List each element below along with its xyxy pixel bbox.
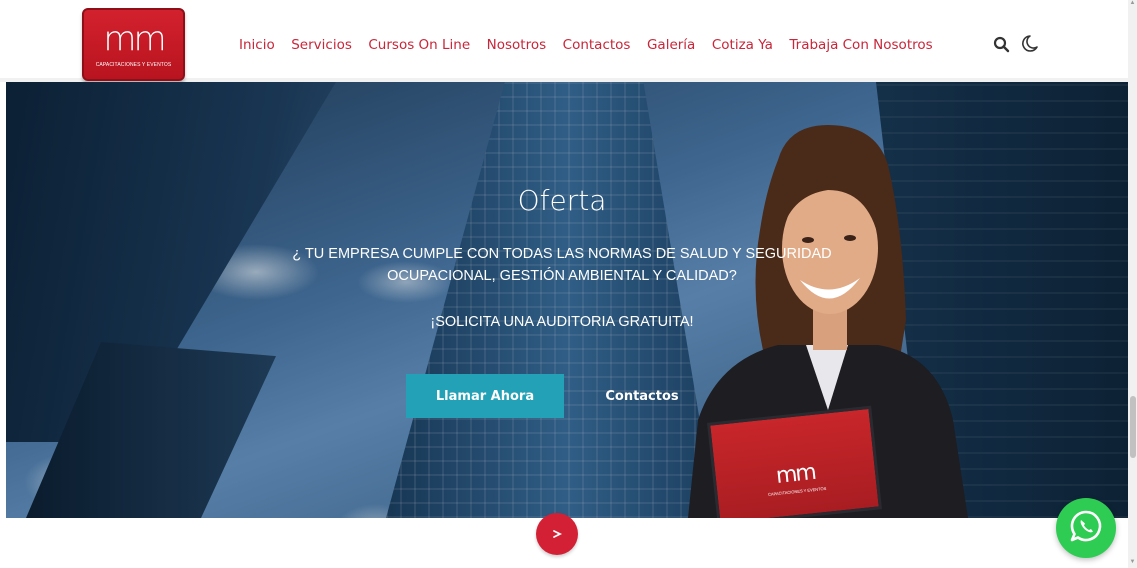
folder: mm CAPACITACIONES Y EVENTOS xyxy=(707,405,882,518)
nav-servicios[interactable]: Servicios xyxy=(291,37,352,53)
hero-title: Oferta xyxy=(517,184,607,217)
site-header: mm CAPACITACIONES Y EVENTOS Inicio Servi… xyxy=(0,0,1128,82)
logo-mark: mm xyxy=(103,19,166,59)
nav-trabaja-con-nosotros[interactable]: Trabaja Con Nosotros xyxy=(789,37,932,53)
nav-inicio[interactable]: Inicio xyxy=(239,37,275,53)
whatsapp-button[interactable] xyxy=(1056,498,1116,558)
nav-contactos[interactable]: Contactos xyxy=(563,37,631,53)
scrollbar-thumb[interactable] xyxy=(1130,396,1136,458)
nav-cotiza-ya[interactable]: Cotiza Ya xyxy=(712,37,773,53)
scroll-down-button[interactable] xyxy=(536,513,578,555)
nav-galeria[interactable]: Galería xyxy=(647,37,695,53)
page: mm CAPACITACIONES Y EVENTOS Inicio Servi… xyxy=(0,0,1137,568)
hero-line-1: ¿ TU EMPRESA CUMPLE CON TODAS LAS NORMAS… xyxy=(292,246,832,262)
hero-line-2: OCUPACIONAL, GESTIÓN AMBIENTAL Y CALIDAD… xyxy=(387,268,737,284)
page-scrollbar[interactable] xyxy=(1128,0,1137,568)
llamar-ahora-button[interactable]: Llamar Ahora xyxy=(406,374,564,418)
arrow-icon xyxy=(551,527,563,542)
logo-tagline: CAPACITACIONES Y EVENTOS xyxy=(95,62,172,68)
hero-banner: mm CAPACITACIONES Y EVENTOS Oferta ¿ TU … xyxy=(6,82,1128,518)
main-nav: Inicio Servicios Cursos On Line Nosotros… xyxy=(239,35,949,55)
scroll-up-arrow[interactable]: ▲ xyxy=(1128,0,1137,9)
nav-nosotros[interactable]: Nosotros xyxy=(487,37,547,53)
whatsapp-icon xyxy=(1069,509,1103,548)
search-icon[interactable] xyxy=(992,34,1012,54)
contactos-button[interactable]: Contactos xyxy=(596,374,688,418)
moon-icon[interactable] xyxy=(1019,34,1039,54)
site-logo[interactable]: mm CAPACITACIONES Y EVENTOS xyxy=(82,8,185,81)
scroll-down-arrow[interactable]: ▼ xyxy=(1128,559,1137,568)
hero-line-3: ¡SOLICITA UNA AUDITORIA GRATUITA! xyxy=(430,314,694,330)
nav-cursos-online[interactable]: Cursos On Line xyxy=(368,37,470,53)
